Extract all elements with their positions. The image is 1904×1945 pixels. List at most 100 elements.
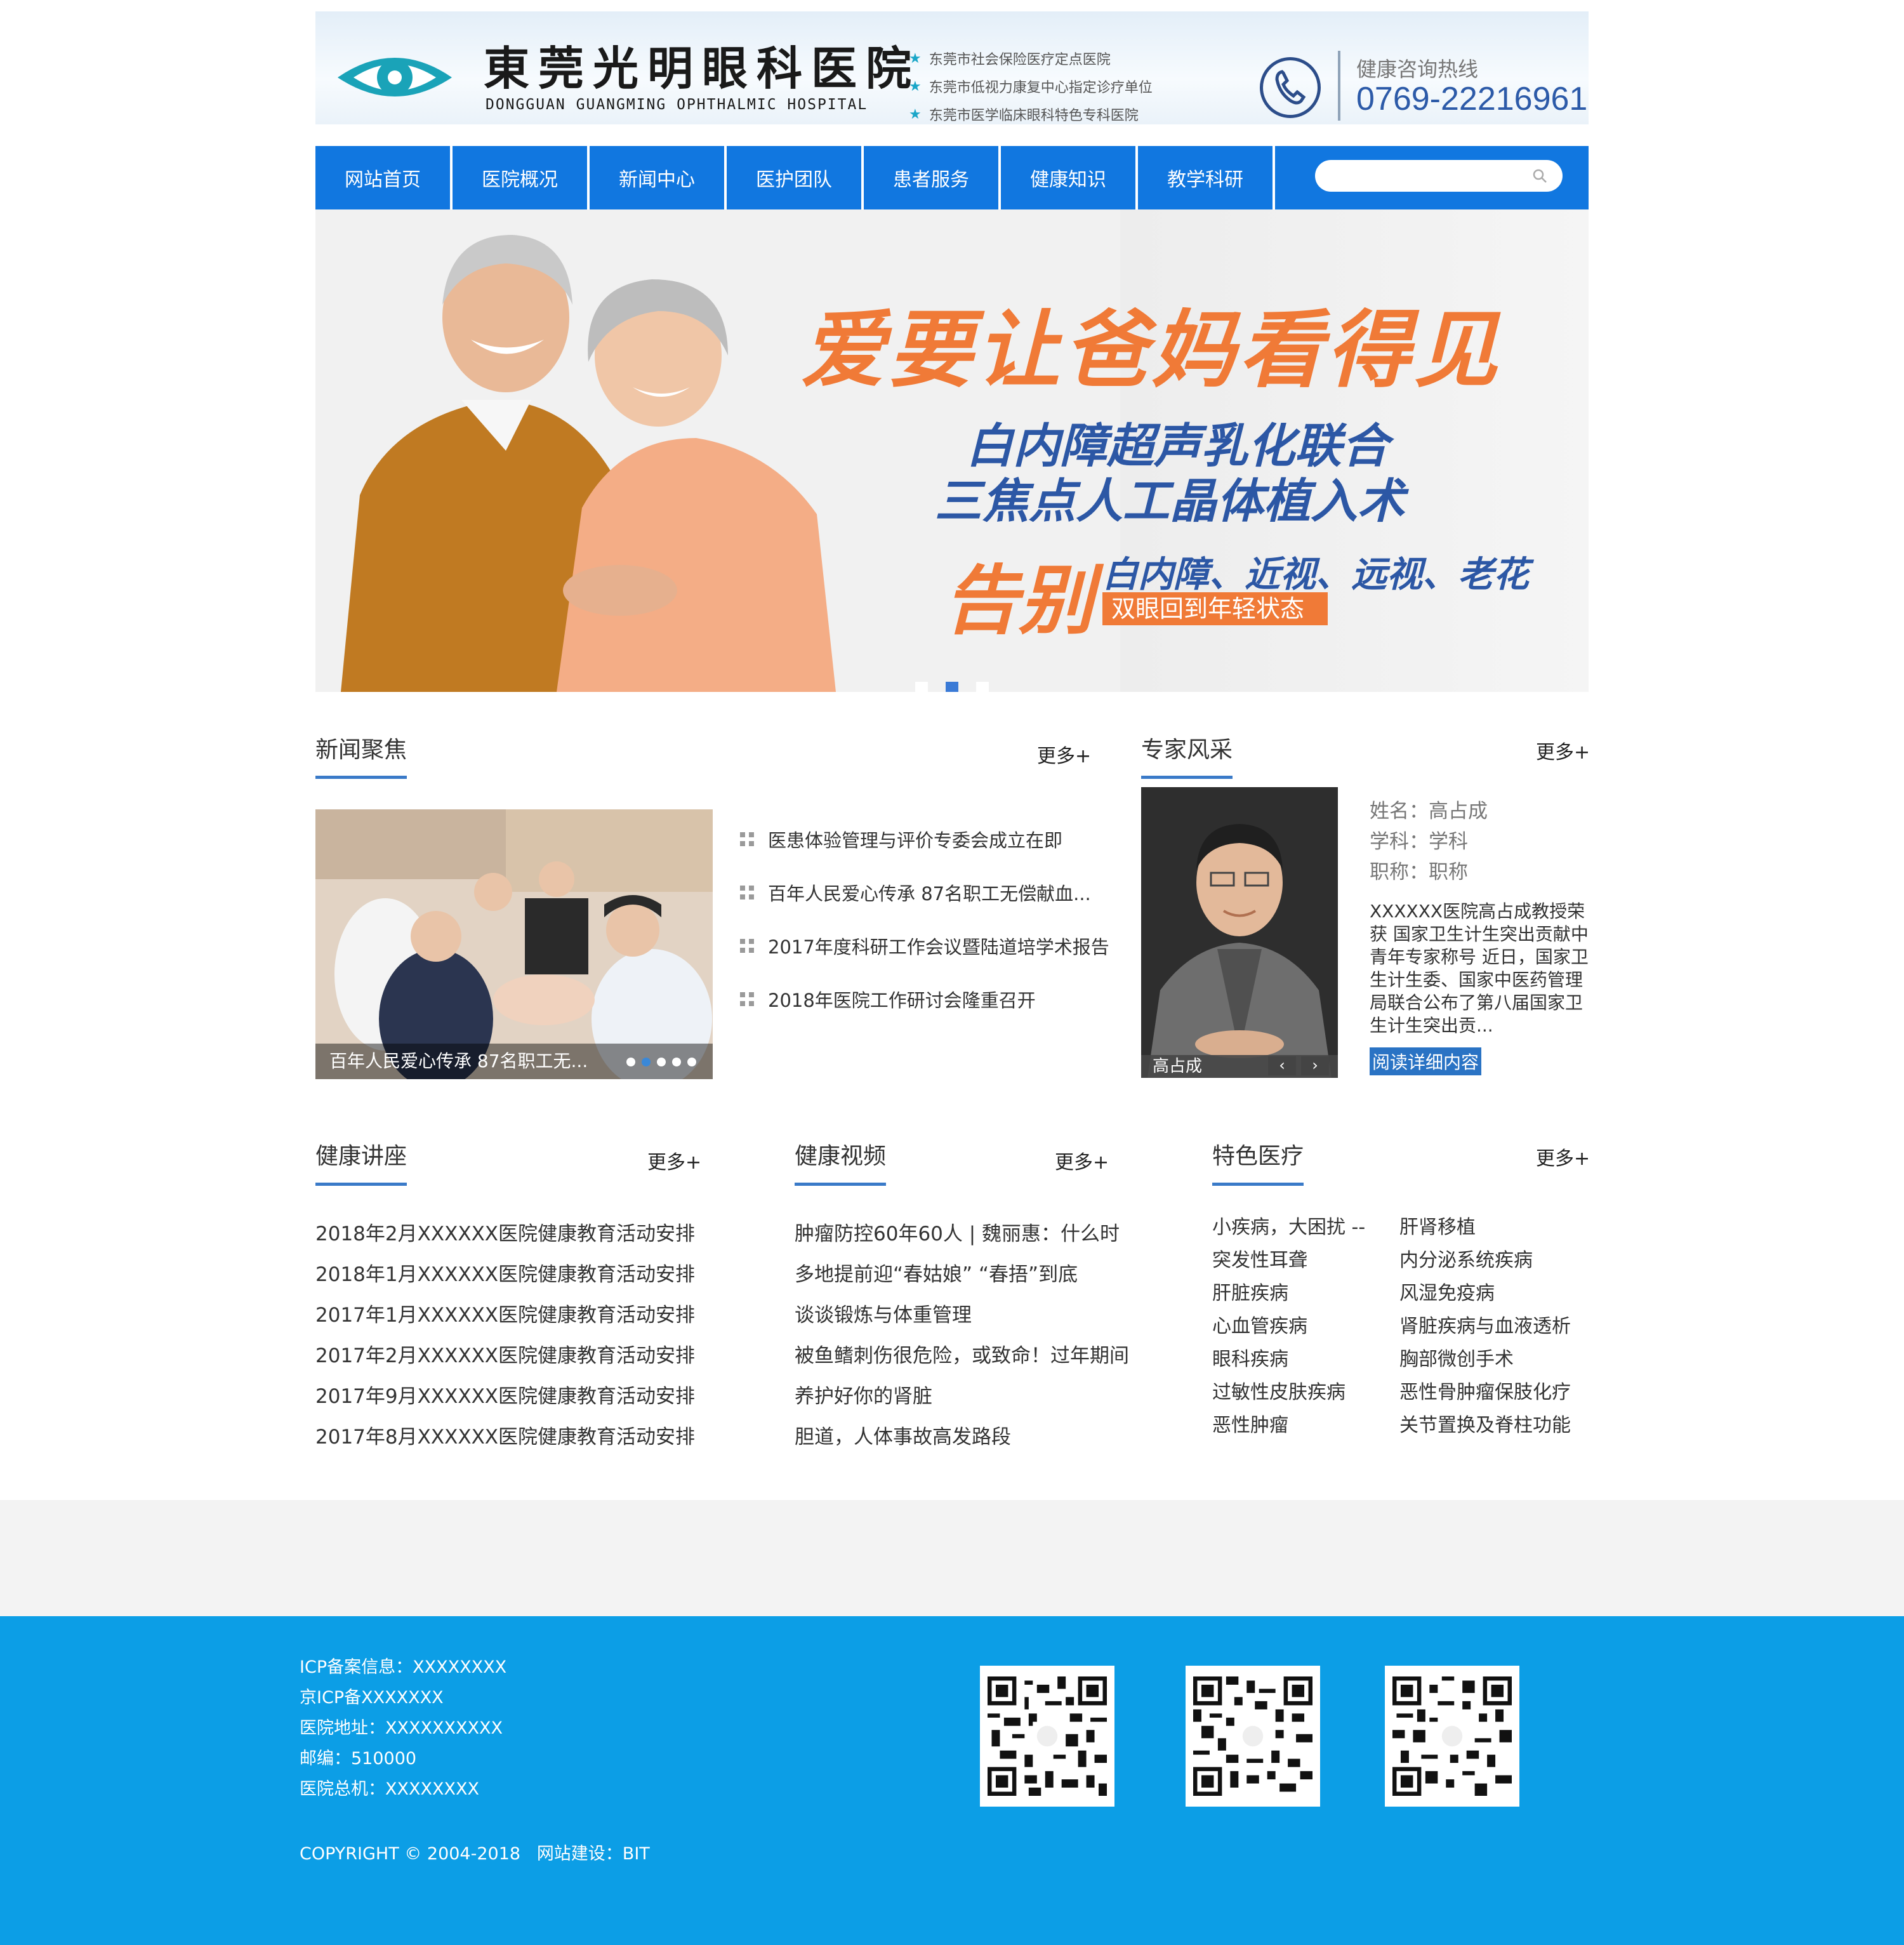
list-item[interactable]: 恶性肿瘤 <box>1212 1409 1399 1442</box>
nav-item-research[interactable]: 教学科研 <box>1138 146 1273 209</box>
list-item[interactable]: 2017年8月XXXXXX医院健康教育活动安排 <box>315 1417 695 1457</box>
phone-icon <box>1260 57 1321 118</box>
hospital-name: 東莞光明眼科医院 <box>484 41 921 95</box>
hotline-divider <box>1338 51 1340 121</box>
list-item[interactable]: 内分泌系统疾病 <box>1399 1244 1590 1277</box>
list-item[interactable]: 2017年2月XXXXXX医院健康教育活动安排 <box>315 1336 695 1376</box>
list-item[interactable]: 2017年9月XXXXXX医院健康教育活动安排 <box>315 1376 695 1417</box>
star-icon: ★ <box>909 106 922 123</box>
news-photo-dot[interactable] <box>672 1058 681 1066</box>
news-section-title: 新闻聚焦 <box>315 737 407 763</box>
videos-title-underline <box>795 1183 886 1186</box>
news-list: 医患体验管理与评价专委会成立在即 百年人民爱心传承 87名职工无偿献血... 2… <box>740 813 1109 1026</box>
list-item[interactable]: 谈谈锻炼与体重管理 <box>795 1295 1129 1336</box>
news-more-link[interactable]: 更多+ <box>1037 740 1091 768</box>
icp-info: ICP备案信息：XXXXXXXX <box>300 1657 507 1677</box>
news-photo-dot[interactable] <box>657 1058 666 1066</box>
special-section-title: 特色医疗 <box>1212 1143 1304 1169</box>
banner-pagination <box>915 682 989 692</box>
lectures-more-link[interactable]: 更多+ <box>647 1146 701 1174</box>
hotline-number: 0769-22216961 <box>1356 81 1588 117</box>
banner-dot[interactable] <box>915 682 928 692</box>
hospital-tags: ★ 东莞市社会保险医疗定点医院 ★ 东莞市低视力康复中心指定诊疗单位 ★ 东莞市医学临… <box>909 44 1153 124</box>
list-item[interactable]: 2017年1月XXXXXX医院健康教育活动安排 <box>315 1295 695 1336</box>
star-icon: ★ <box>909 50 922 67</box>
news-photo-dot[interactable] <box>687 1058 696 1066</box>
qr-code <box>1385 1666 1519 1807</box>
nav-item-home[interactable]: 网站首页 <box>315 146 450 209</box>
bullet-icon <box>740 992 754 1006</box>
list-item[interactable]: 肝肾移植 <box>1399 1211 1590 1244</box>
news-list-item[interactable]: 2017年度科研工作会议暨陆道培学术报告 <box>740 919 1109 972</box>
list-item[interactable]: 恶性骨肿瘤保肢化疗 <box>1399 1376 1590 1409</box>
expert-description: XXXXXX医院高占成教授荣获 国家卫生计生突出贡献中青年专家称号 近日，国家卫… <box>1370 901 1589 1036</box>
expert-rank: 职称：职称 <box>1370 861 1468 884</box>
bullet-icon <box>740 886 754 899</box>
nav-item-team[interactable]: 医护团队 <box>727 146 861 209</box>
qr-code <box>1186 1666 1320 1807</box>
list-item[interactable]: 养护好你的肾脏 <box>795 1376 1129 1417</box>
news-photo-dot-active[interactable] <box>642 1058 651 1066</box>
nav-divider <box>1273 146 1275 209</box>
lectures-section-title: 健康讲座 <box>315 1143 407 1169</box>
expert-info: 姓名：高占成 学科：学科 职称：职称 XXXXXX医院高占成教授荣获 国家卫生计… <box>1370 795 1589 1037</box>
list-item[interactable]: 小疾病，大困扰 -- <box>1212 1211 1399 1244</box>
list-item[interactable]: 关节置换及脊柱功能 <box>1399 1409 1590 1442</box>
expert-more-link[interactable]: 更多+ <box>1536 736 1590 764</box>
list-item[interactable]: 心血管疾病 <box>1212 1310 1399 1343</box>
videos-more-link[interactable]: 更多+ <box>1055 1146 1109 1174</box>
hero-banner[interactable]: 爱要让爸妈看得见 白内障超声乳化联合 三焦点人工晶体植入术 告别 白内障、近视、… <box>315 209 1589 692</box>
news-list-item[interactable]: 医患体验管理与评价专委会成立在即 <box>740 813 1109 866</box>
lectures-list: 2018年2月XXXXXX医院健康教育活动安排 2018年1月XXXXXX医院健… <box>315 1214 695 1457</box>
banner-subtitle: 三焦点人工晶体植入术 <box>935 474 1405 529</box>
nav-item-patient-service[interactable]: 患者服务 <box>864 146 998 209</box>
chevron-right-icon[interactable]: › <box>1301 1056 1329 1075</box>
list-item[interactable]: 肝脏疾病 <box>1212 1277 1399 1310</box>
nav-item-about[interactable]: 医院概况 <box>453 146 587 209</box>
read-more-button[interactable]: 阅读详细内容 <box>1370 1047 1482 1075</box>
hospital-address: 医院地址：XXXXXXXXXX <box>300 1718 503 1738</box>
site-footer: ICP备案信息：XXXXXXXX 京ICP备XXXXXXX 医院地址：XXXXX… <box>0 1616 1904 1945</box>
news-list-item[interactable]: 2018年医院工作研讨会隆重召开 <box>740 972 1109 1026</box>
news-list-item[interactable]: 百年人民爱心传承 87名职工无偿献血... <box>740 866 1109 919</box>
banner-dot[interactable] <box>976 682 989 692</box>
list-item[interactable]: 胆道，人体事故高发路段 <box>795 1417 1129 1457</box>
list-item[interactable]: 多地提前迎“春姑娘” “春捂”到底 <box>795 1254 1129 1295</box>
lectures-title-underline <box>315 1183 407 1186</box>
banner-dot-active[interactable] <box>946 682 958 692</box>
list-item[interactable]: 2018年2月XXXXXX医院健康教育活动安排 <box>315 1214 695 1254</box>
expert-section-title: 专家风采 <box>1141 737 1233 763</box>
news-photo-dot[interactable] <box>626 1058 635 1066</box>
search-input[interactable] <box>1315 160 1563 192</box>
list-item[interactable]: 肾脏疾病与血液透析 <box>1399 1310 1590 1343</box>
qr-code-icon <box>988 1676 1107 1796</box>
special-title-underline <box>1212 1183 1304 1186</box>
nav-item-health-knowledge[interactable]: 健康知识 <box>1001 146 1135 209</box>
special-more-link[interactable]: 更多+ <box>1536 1143 1590 1171</box>
list-item[interactable]: 眼科疾病 <box>1212 1343 1399 1376</box>
hospital-phone: 医院总机：XXXXXXXX <box>300 1779 479 1799</box>
banner-title: 爱要让爸妈看得见 <box>801 302 1502 399</box>
list-item[interactable]: 突发性耳聋 <box>1212 1244 1399 1277</box>
list-item[interactable]: 2018年1月XXXXXX医院健康教育活动安排 <box>315 1254 695 1295</box>
banner-tagline: 双眼回到年轻状态 <box>1102 592 1328 625</box>
list-item[interactable]: 被鱼鳍刺伤很危险，或致命！过年期间 <box>795 1336 1129 1376</box>
eye-logo-icon[interactable] <box>334 44 455 108</box>
bullet-icon <box>740 832 754 846</box>
qr-code <box>980 1666 1114 1807</box>
footer-spacer <box>0 1500 1904 1616</box>
expert-subject: 学科：学科 <box>1370 830 1468 853</box>
tag-item: ★ 东莞市低视力康复中心指定诊疗单位 <box>909 78 1153 96</box>
chevron-left-icon[interactable]: ‹ <box>1268 1056 1296 1075</box>
news-photo-carousel[interactable]: 百年人民爱心传承 87名职工无... <box>315 809 713 1079</box>
footer-info: ICP备案信息：XXXXXXXX 京ICP备XXXXXXX 医院地址：XXXXX… <box>300 1653 506 1805</box>
qr-code-icon <box>1392 1676 1512 1796</box>
list-item[interactable]: 风湿免疫病 <box>1399 1277 1590 1310</box>
search-icon[interactable] <box>1532 168 1547 183</box>
expert-photo-carousel[interactable]: 高占成 ‹ › <box>1141 787 1338 1078</box>
banner-conditions: 白内障、近视、远视、老花 <box>1102 554 1529 595</box>
list-item[interactable]: 过敏性皮肤疾病 <box>1212 1376 1399 1409</box>
nav-item-news[interactable]: 新闻中心 <box>590 146 724 209</box>
list-item[interactable]: 胸部微创手术 <box>1399 1343 1590 1376</box>
list-item[interactable]: 肿瘤防控60年60人 | 魏丽惠：什么时 <box>795 1214 1129 1254</box>
